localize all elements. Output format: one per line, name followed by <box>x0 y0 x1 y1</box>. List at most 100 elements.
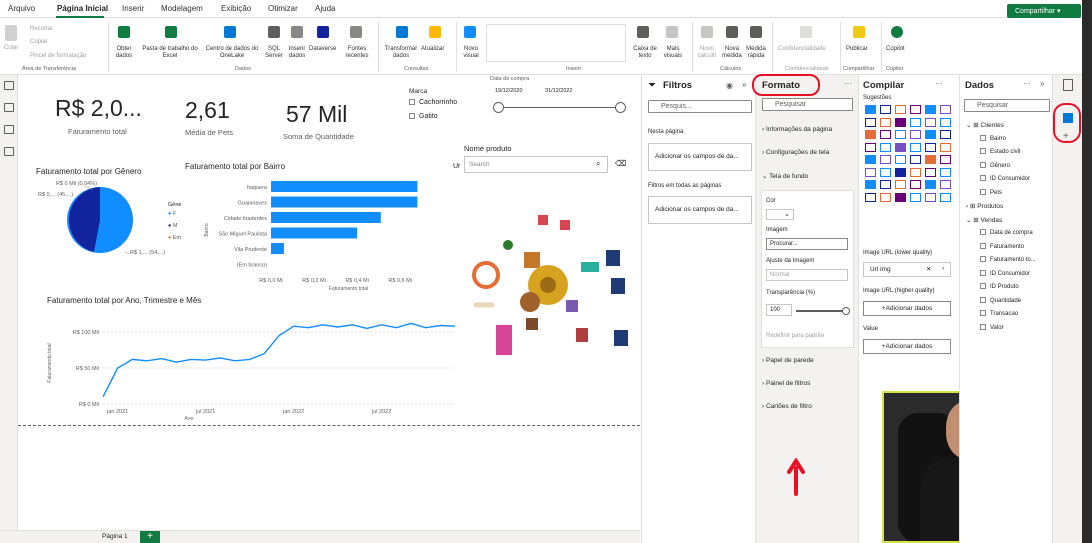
visual-type-icon[interactable] <box>925 192 936 202</box>
transform-button[interactable]: Transformar dados <box>383 46 419 60</box>
close-icon[interactable]: ✕ <box>926 265 931 273</box>
reset-default-button[interactable]: Redefinir para padrão <box>766 333 824 339</box>
visual-type-icon[interactable] <box>910 105 921 114</box>
product-search-input[interactable]: Search ⌕ <box>464 156 608 173</box>
field-item[interactable]: Faturamento <box>980 242 1024 250</box>
eraser-icon[interactable]: ⌫ <box>615 159 626 168</box>
visual-type-icon[interactable] <box>940 192 951 202</box>
collapse-icon[interactable]: » <box>1040 79 1044 88</box>
new-calc-button[interactable]: Novo cálculo <box>696 46 718 60</box>
visual-gallery[interactable] <box>486 24 626 62</box>
model-view-icon[interactable] <box>4 125 14 134</box>
visual-type-icon[interactable] <box>895 180 906 189</box>
field-item[interactable]: Estado civil <box>980 148 1020 155</box>
visual-type-icon[interactable] <box>865 130 876 139</box>
data-search-input[interactable]: Pesquisar <box>964 99 1050 112</box>
cut-button[interactable]: Recortar <box>30 26 53 33</box>
visual-type-icon[interactable] <box>865 180 876 189</box>
visual-type-icon[interactable] <box>925 105 936 114</box>
visual-type-icon[interactable] <box>895 105 906 114</box>
dax-view-icon[interactable] <box>4 147 14 156</box>
section-filter-pane[interactable]: › Painel de filtros <box>762 380 810 387</box>
visual-type-icon[interactable] <box>925 180 936 189</box>
pane-filters-icon[interactable] <box>1063 79 1073 91</box>
visual-type-icon[interactable] <box>865 105 876 114</box>
visual-type-icon[interactable] <box>895 167 906 177</box>
field-item[interactable]: Bairro <box>980 134 1006 142</box>
visual-type-icon[interactable] <box>940 117 951 127</box>
paste-button[interactable]: Colar <box>4 45 18 52</box>
report-view-icon[interactable] <box>4 81 14 90</box>
visual-type-icon[interactable] <box>895 130 906 139</box>
visual-type-icon[interactable] <box>940 167 951 177</box>
menu-inserir[interactable]: Inserir <box>122 4 144 13</box>
text-box-button[interactable]: Caixa de texto <box>631 46 659 60</box>
menu-ajuda[interactable]: Ajuda <box>315 4 335 13</box>
visual-type-icon[interactable] <box>925 155 936 164</box>
more-visuals-button[interactable]: Mais visuais <box>658 46 688 60</box>
visual-type-icon[interactable] <box>940 155 951 164</box>
publish-button[interactable]: Publicar <box>846 46 868 53</box>
more-options-icon[interactable]: ··· <box>935 79 943 88</box>
color-picker[interactable]: ⌄ <box>766 209 794 220</box>
slicer-option-gatito[interactable]: Gatito <box>409 113 438 120</box>
field-item[interactable]: Gênero <box>980 161 1010 169</box>
table-produtos[interactable]: › ⊞ Produtos <box>966 202 1003 210</box>
section-wallpaper[interactable]: › Papel de parede <box>762 357 814 364</box>
field-item[interactable]: Data de compra <box>980 229 1033 236</box>
add-page-button[interactable]: + <box>140 531 160 543</box>
field-item[interactable]: ID Consumidor <box>980 269 1030 277</box>
new-visual-button[interactable]: Novo visual <box>460 46 482 60</box>
visual-type-icon[interactable] <box>880 192 891 202</box>
onelake-button[interactable]: Centro de dados do OneLake <box>202 46 262 60</box>
bar[interactable] <box>271 181 418 192</box>
date-to[interactable]: 31/12/2022 <box>545 88 573 94</box>
add-filter-field-this-page[interactable]: Adicionar os campos de da... <box>648 143 752 171</box>
excel-button[interactable]: Pasta de trabalho do Excel <box>138 46 202 60</box>
visual-type-icon[interactable] <box>895 117 906 127</box>
visual-type-icon[interactable] <box>880 142 891 152</box>
field-item[interactable]: Faturamento to... <box>980 256 1036 263</box>
pie-legend-m[interactable]: ● M <box>168 223 177 229</box>
table-vendas[interactable]: ⌄ ⊞ Vendas <box>966 216 1002 224</box>
eye-icon[interactable]: ◉ <box>726 81 733 90</box>
section-page-info[interactable]: › Informações da página <box>762 126 832 133</box>
bar[interactable] <box>271 243 284 254</box>
visual-type-icon[interactable] <box>880 180 891 189</box>
pie-legend-f[interactable]: ● F <box>168 211 176 217</box>
sql-button[interactable]: SQL Server <box>263 46 285 60</box>
copilot-button[interactable]: Copilot <box>886 46 905 53</box>
bar[interactable] <box>271 212 381 223</box>
date-slider-end-handle[interactable] <box>615 102 626 113</box>
visual-type-icon[interactable] <box>940 142 951 152</box>
visual-type-icon[interactable] <box>880 130 891 139</box>
field-item[interactable]: ID Produto <box>980 283 1019 290</box>
visual-type-icon[interactable] <box>910 117 921 127</box>
visual-type-icon[interactable] <box>880 117 891 127</box>
visual-type-icon[interactable] <box>925 117 936 127</box>
section-filter-cards[interactable]: › Cartões de filtro <box>762 403 812 410</box>
image-fit-select[interactable]: Normal <box>766 269 848 281</box>
visual-type-icon[interactable] <box>910 130 921 139</box>
slicer-option-cachorrinho[interactable]: Cachorrinho <box>409 99 457 106</box>
table-view-icon[interactable] <box>4 103 14 112</box>
visual-type-icon[interactable] <box>865 192 876 202</box>
visual-type-icon[interactable] <box>880 105 891 114</box>
visual-type-icon[interactable] <box>910 142 921 152</box>
field-item[interactable]: Valor <box>980 323 1004 331</box>
visual-type-icon[interactable] <box>925 130 936 139</box>
more-options-icon[interactable]: ··· <box>844 79 852 88</box>
value-add-field[interactable]: +Adicionar dados <box>863 339 951 354</box>
menu-otimizar[interactable]: Otimizar <box>268 4 298 13</box>
visual-type-icon[interactable] <box>925 167 936 177</box>
visual-type-icon[interactable] <box>865 142 876 152</box>
sensitivity-button[interactable]: Confidencialidade <box>778 46 826 53</box>
menu-exibicao[interactable]: Exibição <box>221 4 251 13</box>
new-measure-button[interactable]: Nova medida <box>720 46 744 60</box>
url-high-add-field[interactable]: +Adicionar dados <box>863 301 951 316</box>
enter-data-button[interactable]: Inserir dados <box>286 46 308 60</box>
transparency-slider[interactable] <box>796 310 846 312</box>
filters-search-input[interactable]: Pesquis... <box>648 100 752 113</box>
menu-pagina-inicial[interactable]: Página Inicial <box>57 4 108 13</box>
table-clientes[interactable]: ⌄ ⊞ Clientes <box>966 121 1004 129</box>
